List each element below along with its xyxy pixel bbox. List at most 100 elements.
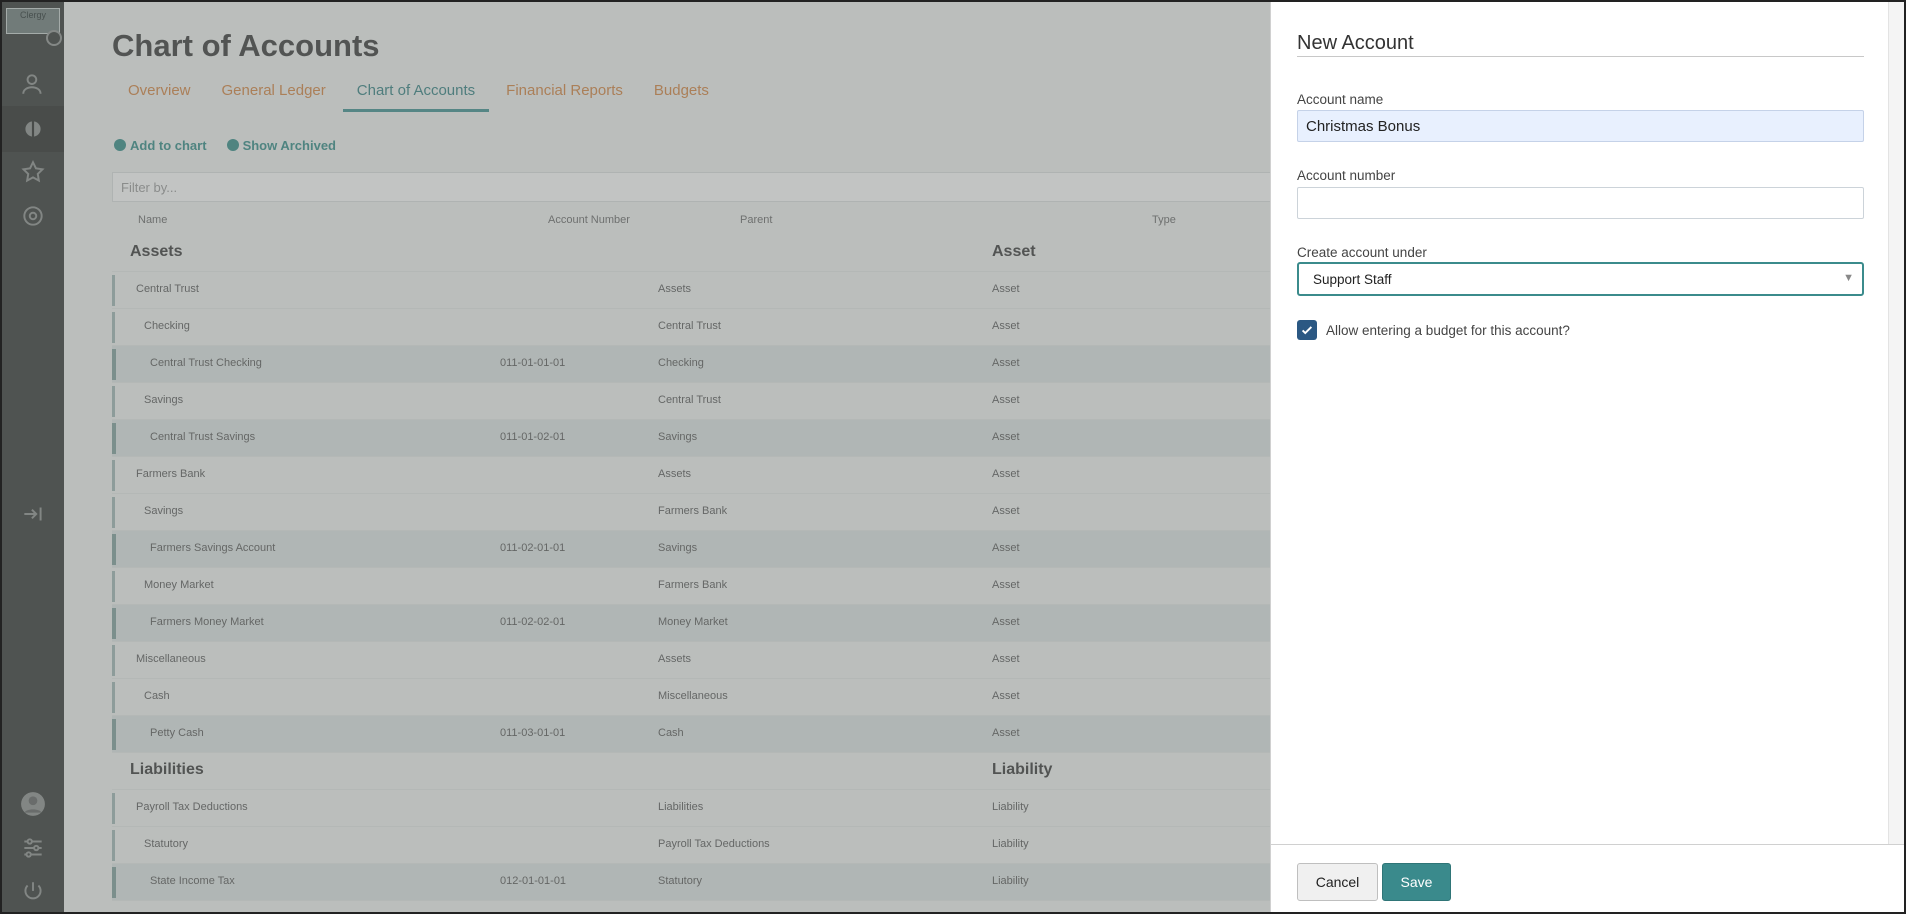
table-row[interactable]: Farmers Savings Account 011-02-01-01 Savin…: [112, 531, 1272, 568]
tab-general-ledger[interactable]: General Ledger: [222, 82, 326, 112]
row-indent-bar: [112, 645, 115, 676]
cell-name: Farmers Money Market: [150, 616, 264, 628]
column-header-account-number[interactable]: Account Number: [548, 214, 630, 226]
budget-checkbox-label[interactable]: Allow entering a budget for this account…: [1326, 323, 1570, 338]
sliders-icon[interactable]: [17, 832, 49, 864]
cell-type: Asset: [992, 283, 1020, 295]
cell-parent: Checking: [658, 357, 704, 369]
cell-type: Asset: [992, 616, 1020, 628]
cell-name: Money Market: [144, 579, 214, 591]
table-row[interactable]: Central Trust Checking 011-01-01-01 Checki…: [112, 346, 1272, 383]
account-number-label: Account number: [1297, 168, 1396, 183]
cell-parent: Savings: [658, 431, 698, 443]
section-row[interactable]: Assets Asset: [112, 235, 1272, 272]
tab-financial-reports[interactable]: Financial Reports: [506, 82, 623, 112]
show-archived-button[interactable]: Show Archived: [226, 138, 336, 153]
budget-checkbox[interactable]: [1297, 320, 1317, 340]
table-row[interactable]: Miscellaneous Assets Asset: [112, 642, 1272, 679]
tab-chart-of-accounts[interactable]: Chart of Accounts: [342, 82, 490, 112]
plus-circle-icon: [114, 139, 126, 151]
account-name-label: Account name: [1297, 92, 1384, 107]
page-actions: Add to chart Show Archived: [114, 138, 336, 153]
column-header-type[interactable]: Type: [1152, 214, 1176, 226]
column-header-parent[interactable]: Parent: [740, 214, 772, 226]
row-indent-bar: [112, 719, 116, 750]
row-indent-bar: [112, 867, 116, 898]
cell-type: Asset: [992, 243, 1036, 260]
cell-name: Central Trust Checking: [150, 357, 262, 369]
user-avatar-icon[interactable]: [17, 788, 49, 820]
table-row[interactable]: Savings Central Trust Asset: [112, 383, 1272, 420]
finance-icon[interactable]: [17, 113, 49, 145]
table-row[interactable]: Payroll Tax Deductions Liabilities Liabili…: [112, 790, 1272, 827]
table-row[interactable]: Petty Cash 011-03-01-01 Cash Asset: [112, 716, 1272, 753]
account-name-input[interactable]: [1297, 110, 1864, 142]
table-row[interactable]: Money Market Farmers Bank Asset: [112, 568, 1272, 605]
add-to-chart-button[interactable]: Add to chart: [114, 138, 207, 153]
page-title: Chart of Accounts: [112, 28, 380, 63]
cell-account-number: 012-01-01-01: [500, 875, 567, 887]
collapse-sidebar-icon[interactable]: [17, 498, 49, 530]
table-row[interactable]: Farmers Bank Assets Asset: [112, 457, 1272, 494]
table-row[interactable]: Farmers Money Market 011-02-02-01 Money Ma…: [112, 605, 1272, 642]
cell-name: State Income Tax: [150, 875, 235, 887]
section-row[interactable]: Liabilities Liability: [112, 753, 1272, 790]
people-icon[interactable]: [17, 68, 49, 100]
tab-budgets[interactable]: Budgets: [654, 82, 709, 112]
settings-gear-icon[interactable]: [17, 200, 49, 232]
cell-account-number: 011-03-01-01: [500, 727, 566, 739]
cell-account-number: 011-01-02-01: [500, 431, 566, 443]
cell-name: Farmers Bank: [136, 468, 206, 480]
cell-parent: Savings: [658, 542, 698, 554]
parent-account-value: Support Staff: [1313, 272, 1392, 287]
cell-type: Asset: [992, 653, 1020, 665]
column-header-name[interactable]: Name: [138, 214, 167, 226]
chart-of-accounts-page: Chart of Accounts Overview General Ledge…: [64, 2, 1272, 912]
star-icon[interactable]: [17, 156, 49, 188]
table-row[interactable]: Cash Miscellaneous Asset: [112, 679, 1272, 716]
table-row[interactable]: Central Trust Assets Asset: [112, 272, 1272, 309]
panel-scrollbar[interactable]: [1888, 2, 1904, 844]
app-window: Clergy Chart of Accounts Overview Genera…: [0, 0, 1906, 914]
cell-type: Liability: [992, 801, 1029, 813]
cell-name: Savings: [144, 394, 184, 406]
checkmark-icon: [1301, 326, 1313, 335]
cell-parent: Assets: [658, 653, 692, 665]
row-indent-bar: [112, 682, 115, 713]
cell-parent: Statutory: [658, 875, 703, 887]
tab-overview[interactable]: Overview: [128, 82, 191, 112]
new-account-panel: New Account Account name Account number …: [1270, 2, 1904, 912]
parent-account-label: Create account under: [1297, 245, 1427, 260]
table-row[interactable]: Checking Central Trust Asset: [112, 309, 1272, 346]
row-indent-bar: [112, 608, 116, 639]
cell-name: Payroll Tax Deductions: [136, 801, 248, 813]
row-indent-bar: [112, 793, 115, 824]
cell-name: Liabilities: [130, 761, 204, 778]
cell-type: Asset: [992, 468, 1020, 480]
notification-badge-icon[interactable]: [46, 30, 62, 46]
title-divider: [1297, 56, 1864, 57]
cell-parent: Central Trust: [658, 320, 721, 332]
table-row[interactable]: Central Trust Savings 011-01-02-01 Savings…: [112, 420, 1272, 457]
table-row[interactable]: State Income Tax 012-01-01-01 Statutory Lia…: [112, 864, 1272, 901]
dropdown-caret-icon: ▼: [1843, 272, 1854, 284]
account-number-input[interactable]: [1297, 187, 1864, 219]
table-row[interactable]: Savings Farmers Bank Asset: [112, 494, 1272, 531]
cell-type: Asset: [992, 320, 1020, 332]
cell-type: Asset: [992, 505, 1020, 517]
row-indent-bar: [112, 534, 116, 565]
footer-divider: [1271, 844, 1904, 845]
panel-title: New Account: [1297, 32, 1414, 54]
save-button[interactable]: Save: [1382, 863, 1451, 901]
cancel-button[interactable]: Cancel: [1297, 863, 1378, 901]
cell-type: Asset: [992, 690, 1020, 702]
table-row[interactable]: Statutory Payroll Tax Deductions Liability: [112, 827, 1272, 864]
power-icon[interactable]: [17, 876, 49, 908]
cell-type: Asset: [992, 431, 1020, 443]
cell-account-number: 011-02-01-01: [500, 542, 566, 554]
parent-account-select[interactable]: Support Staff ▼: [1297, 262, 1864, 296]
cell-parent: Farmers Bank: [658, 505, 728, 517]
filter-input[interactable]: Filter by...: [112, 172, 1272, 202]
cell-account-number: 011-01-01-01: [500, 357, 566, 369]
cell-name: Miscellaneous: [136, 653, 206, 665]
